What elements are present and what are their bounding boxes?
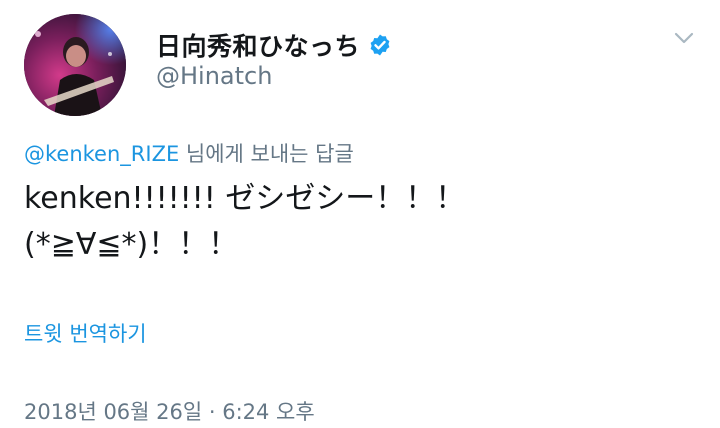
tweet-text: kenken!!!!!!! ゼシゼシー！！！ (*≧∀≦*)！！！ [24,181,466,262]
tweet-timestamp[interactable]: 2018년 06월 26일 · 6:24 오후 [24,396,315,426]
avatar[interactable] [24,14,126,116]
chevron-down-icon[interactable] [672,26,696,50]
reply-mention-link[interactable]: @kenken_RIZE [24,142,179,166]
translate-tweet-link[interactable]: 트윗 번역하기 [24,318,147,348]
reply-context: @kenken_RIZE 님에게 보내는 답글 [24,138,354,168]
verified-badge-icon [368,33,392,57]
tweet-card: 日向秀和ひなっち @Hinatch @kenken_RIZE 님에게 보내는 답… [0,0,720,428]
display-name[interactable]: 日向秀和ひなっち [156,27,360,63]
reply-suffix: 님에게 보내는 답글 [179,142,354,166]
name-row: 日向秀和ひなっち [156,27,392,63]
user-handle[interactable]: @Hinatch [156,62,272,90]
avatar-photo [24,14,126,116]
